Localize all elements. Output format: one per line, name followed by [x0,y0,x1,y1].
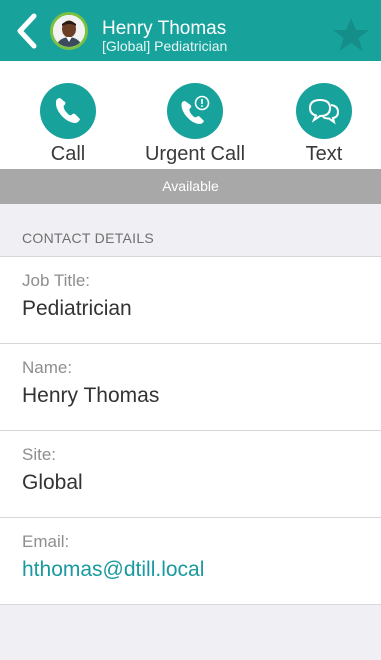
chevron-left-icon [17,13,37,49]
back-button[interactable] [12,12,42,50]
text-label: Text [305,143,343,165]
contact-details-list: Job Title: Pediatrician Name: Henry Thom… [0,256,381,605]
detail-label: Site: [22,445,57,464]
text-icon-circle [296,83,352,139]
call-button[interactable]: Call [0,83,138,166]
text-button[interactable]: Text [254,83,381,166]
detail-row-site: Site: Global [0,431,381,518]
detail-value: Global [22,471,83,494]
header-bar: Henry Thomas [Global] Pediatrician [0,0,381,61]
detail-row-name: Name: Henry Thomas [0,344,381,431]
contact-subtitle: [Global] Pediatrician [102,38,228,54]
contact-detail-screen: Henry Thomas [Global] Pediatrician Call [0,0,381,660]
urgent-call-label: Urgent Call [144,143,246,165]
detail-label: Email: [22,532,70,551]
call-icon-circle [40,83,96,139]
urgent-phone-icon [181,95,210,124]
header-title: Henry Thomas [Global] Pediatrician [102,19,227,54]
section-title: CONTACT DETAILS [22,230,155,246]
detail-row-job-title: Job Title: Pediatrician [0,257,381,344]
contact-name: Henry Thomas [102,18,227,39]
call-label: Call [50,143,86,165]
urgent-call-button[interactable]: Urgent Call [125,83,265,166]
detail-label: Job Title: [22,271,91,290]
avatar-photo [53,15,85,47]
action-bar: Call Urgent Call Text [0,61,381,169]
detail-label: Name: [22,358,73,377]
phone-icon [55,98,80,123]
urgent-call-icon-circle [167,83,223,139]
favorite-button[interactable] [331,16,371,54]
detail-row-email: Email: hthomas@dtill.local [0,518,381,605]
chat-bubble-icon [308,98,340,125]
availability-status: Available [0,169,381,204]
detail-value: Henry Thomas [22,384,160,407]
avatar [50,12,88,50]
email-link[interactable]: hthomas@dtill.local [22,558,204,582]
star-icon [333,18,369,51]
detail-value: Pediatrician [22,297,132,320]
